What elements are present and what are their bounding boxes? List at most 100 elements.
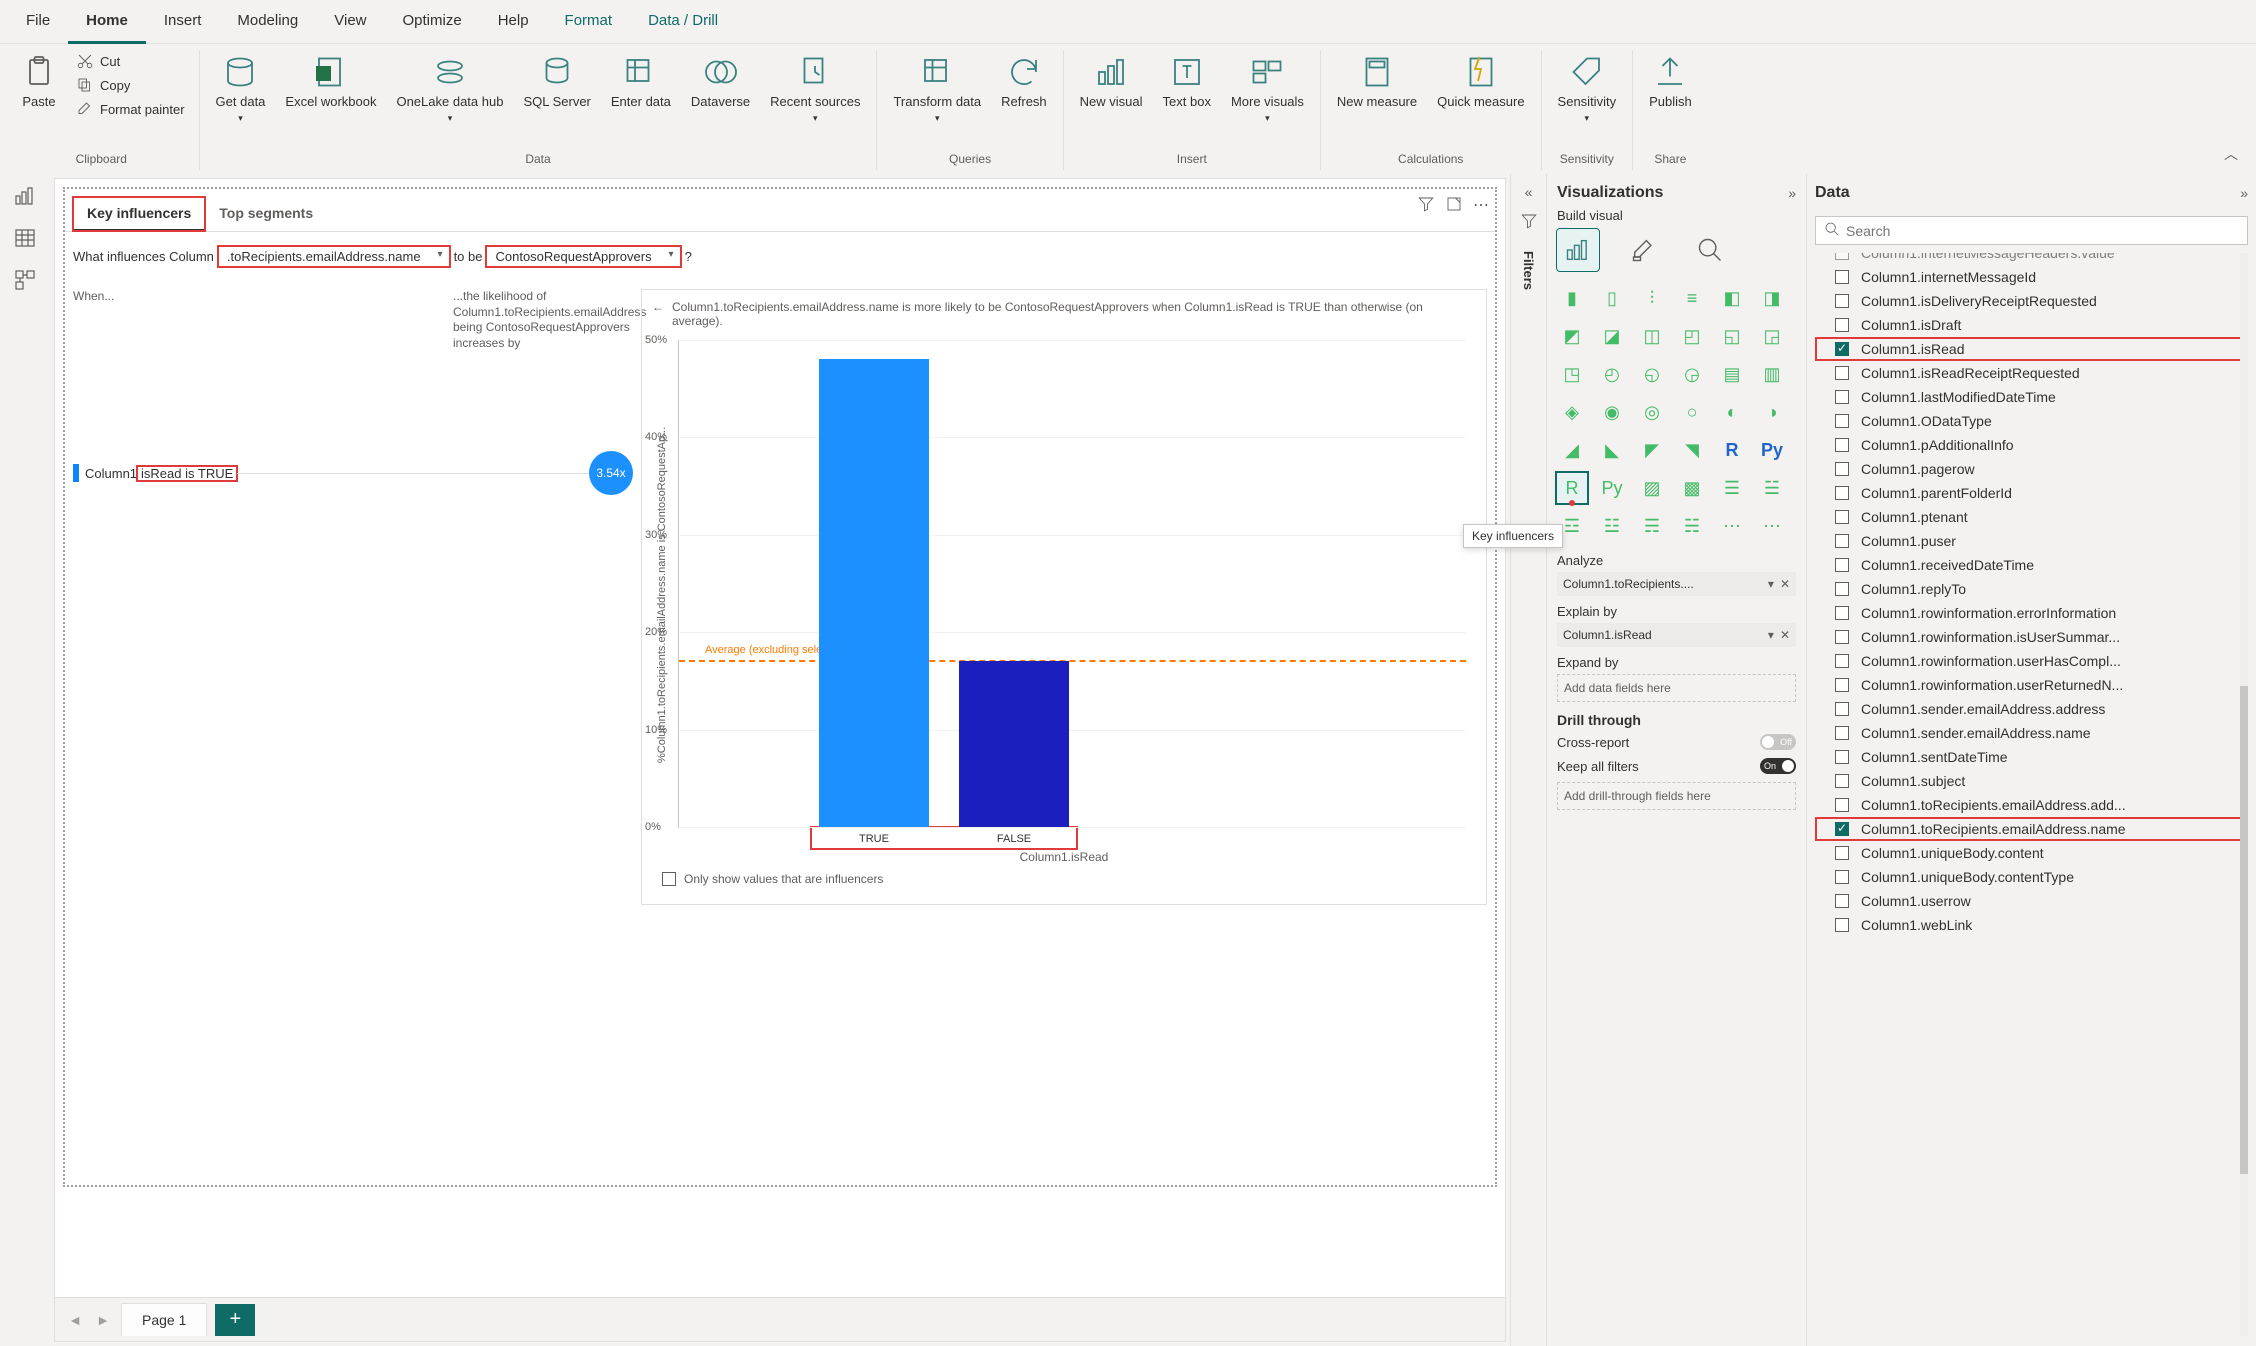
viz-type-line-stacked-column[interactable]: ◱ — [1717, 321, 1747, 351]
field-checkbox[interactable] — [1835, 462, 1849, 476]
page-next-button[interactable]: ► — [93, 1312, 113, 1328]
onelake-hub-button[interactable]: OneLake data hub▾ — [390, 50, 509, 128]
field-checkbox[interactable] — [1835, 558, 1849, 572]
back-arrow-icon[interactable]: ← — [652, 300, 664, 314]
table-view-icon[interactable] — [13, 226, 37, 250]
viz-type-more1[interactable]: ☵ — [1677, 511, 1707, 541]
field-column1-replyto[interactable]: Column1.replyTo — [1815, 577, 2248, 601]
field-checkbox[interactable] — [1835, 486, 1849, 500]
focus-mode-icon[interactable] — [1445, 195, 1463, 218]
field-checkbox[interactable] — [1835, 798, 1849, 812]
more-visuals-button[interactable]: More visuals▾ — [1225, 50, 1310, 128]
ki-value-picker[interactable]: ContosoRequestApprovers — [486, 246, 680, 267]
viz-type-stacked-area[interactable]: ◫ — [1637, 321, 1667, 351]
page-prev-button[interactable]: ◄ — [65, 1312, 85, 1328]
viz-type-qa[interactable]: ▨ — [1637, 473, 1667, 503]
bar-false[interactable] — [959, 661, 1069, 827]
field-checkbox[interactable] — [1835, 438, 1849, 452]
field-checkbox[interactable] — [1835, 390, 1849, 404]
model-view-icon[interactable] — [13, 268, 37, 292]
page-tab-1[interactable]: Page 1 — [121, 1303, 207, 1336]
viz-type-azure-map[interactable]: ◎ — [1637, 397, 1667, 427]
more-options-icon[interactable]: ⋯ — [1473, 195, 1489, 218]
chevron-down-icon[interactable]: ▾ — [1768, 577, 1774, 591]
viz-type-waterfall[interactable]: ◳ — [1557, 359, 1587, 389]
tab-data-drill[interactable]: Data / Drill — [630, 0, 736, 44]
refresh-button[interactable]: Refresh — [995, 50, 1053, 113]
field-column1-ptenant[interactable]: Column1.ptenant — [1815, 505, 2248, 529]
tab-view[interactable]: View — [316, 0, 384, 44]
field-checkbox[interactable] — [1835, 918, 1849, 932]
viz-type-r-visual[interactable]: R — [1717, 435, 1747, 465]
field-column1-torecipients-emailaddress-name[interactable]: Column1.toRecipients.emailAddress.name — [1815, 817, 2248, 841]
field-column1-sender-emailaddress-name[interactable]: Column1.sender.emailAddress.name — [1815, 721, 2248, 745]
analyze-field-well[interactable]: Column1.toRecipients.... ▾✕ — [1557, 572, 1796, 596]
viz-type-stacked-bar-100[interactable]: ◧ — [1717, 283, 1747, 313]
cross-report-toggle[interactable]: Off — [1760, 734, 1796, 750]
viz-type-map[interactable]: ◈ — [1557, 397, 1587, 427]
ki-influencer-item[interactable]: isRead is TRUE — [137, 466, 237, 481]
field-checkbox[interactable] — [1835, 606, 1849, 620]
viz-type-slicer[interactable]: ◣ — [1597, 435, 1627, 465]
collapse-viz-pane-icon[interactable]: » — [1788, 185, 1796, 201]
get-data-button[interactable]: Get data▾ — [210, 50, 272, 128]
viz-type-filled-map[interactable]: ◉ — [1597, 397, 1627, 427]
viz-type-python-visual[interactable]: Py — [1757, 435, 1787, 465]
field-checkbox[interactable] — [1835, 534, 1849, 548]
dataverse-button[interactable]: Dataverse — [685, 50, 756, 113]
expand-filters-icon[interactable]: « — [1525, 184, 1533, 200]
viz-type-scatter[interactable]: ◵ — [1637, 359, 1667, 389]
format-painter-button[interactable]: Format painter — [72, 98, 189, 120]
field-list[interactable]: Column1.internetMessageHeaders.valueColu… — [1815, 253, 2248, 1336]
build-visual-tab[interactable] — [1557, 229, 1599, 271]
field-column1-subject[interactable]: Column1.subject — [1815, 769, 2248, 793]
field-column1-uniquebody-contenttype[interactable]: Column1.uniqueBody.contentType — [1815, 865, 2248, 889]
filter-visual-icon[interactable] — [1417, 195, 1435, 218]
field-column1-uniquebody-content[interactable]: Column1.uniqueBody.content — [1815, 841, 2248, 865]
field-checkbox[interactable] — [1835, 870, 1849, 884]
field-checkbox[interactable] — [1835, 342, 1849, 356]
field-column1-receiveddatetime[interactable]: Column1.receivedDateTime — [1815, 553, 2248, 577]
new-measure-button[interactable]: New measure — [1331, 50, 1423, 113]
viz-type-multi-row-card[interactable]: ◑ — [1757, 397, 1787, 427]
report-canvas[interactable]: ⋯ Key influencers Top segments What infl… — [54, 178, 1506, 1342]
collapse-data-pane-icon[interactable]: » — [2240, 185, 2248, 201]
field-column1-parentfolderid[interactable]: Column1.parentFolderId — [1815, 481, 2248, 505]
viz-type-more-menu[interactable]: ⋯ — [1757, 511, 1787, 541]
sql-server-button[interactable]: SQL Server — [517, 50, 596, 113]
viz-type-stacked-column[interactable]: ⫶ — [1637, 283, 1667, 313]
report-view-icon[interactable] — [13, 184, 37, 208]
viz-type-clustered-bar[interactable]: ▯ — [1597, 283, 1627, 313]
viz-type-narrative[interactable]: ▩ — [1677, 473, 1707, 503]
field-column1-userrow[interactable]: Column1.userrow — [1815, 889, 2248, 913]
viz-type-line[interactable]: ◩ — [1557, 321, 1587, 351]
field-checkbox[interactable] — [1835, 726, 1849, 740]
field-checkbox[interactable] — [1835, 582, 1849, 596]
excel-workbook-button[interactable]: Excel workbook — [279, 50, 382, 113]
search-input[interactable] — [1846, 223, 2239, 239]
drill-through-fields-well[interactable]: Add drill-through fields here — [1557, 782, 1796, 810]
viz-type-stacked-bar[interactable]: ▮ — [1557, 283, 1587, 313]
field-column1-torecipients-emailaddress-add-[interactable]: Column1.toRecipients.emailAddress.add... — [1815, 793, 2248, 817]
field-checkbox[interactable] — [1835, 822, 1849, 836]
tab-modeling[interactable]: Modeling — [219, 0, 316, 44]
scrollbar[interactable] — [2240, 253, 2248, 1336]
bar-true[interactable] — [819, 359, 929, 827]
viz-type-clustered-column[interactable]: ≡ — [1677, 283, 1707, 313]
field-checkbox[interactable] — [1835, 366, 1849, 380]
viz-type-table[interactable]: ◤ — [1637, 435, 1667, 465]
analytics-tab[interactable] — [1689, 229, 1731, 271]
field-checkbox[interactable] — [1835, 654, 1849, 668]
field-column1-weblink[interactable]: Column1.webLink — [1815, 913, 2248, 937]
field-column1-rowinformation-userhascompl-[interactable]: Column1.rowinformation.userHasCompl... — [1815, 649, 2248, 673]
field-checkbox[interactable] — [1835, 846, 1849, 860]
viz-type-more2[interactable]: ⋯ — [1717, 511, 1747, 541]
field-column1-pagerow[interactable]: Column1.pagerow — [1815, 457, 2248, 481]
tab-help[interactable]: Help — [480, 0, 547, 44]
field-column1-padditionalinfo[interactable]: Column1.pAdditionalInfo — [1815, 433, 2248, 457]
key-influencers-visual[interactable]: ⋯ Key influencers Top segments What infl… — [63, 187, 1497, 1187]
add-page-button[interactable]: + — [215, 1304, 255, 1336]
viz-type-pie[interactable]: ◶ — [1677, 359, 1707, 389]
ki-target-picker[interactable]: .toRecipients.emailAddress.name — [218, 246, 450, 267]
viz-type-line-clustered-column[interactable]: ◰ — [1677, 321, 1707, 351]
